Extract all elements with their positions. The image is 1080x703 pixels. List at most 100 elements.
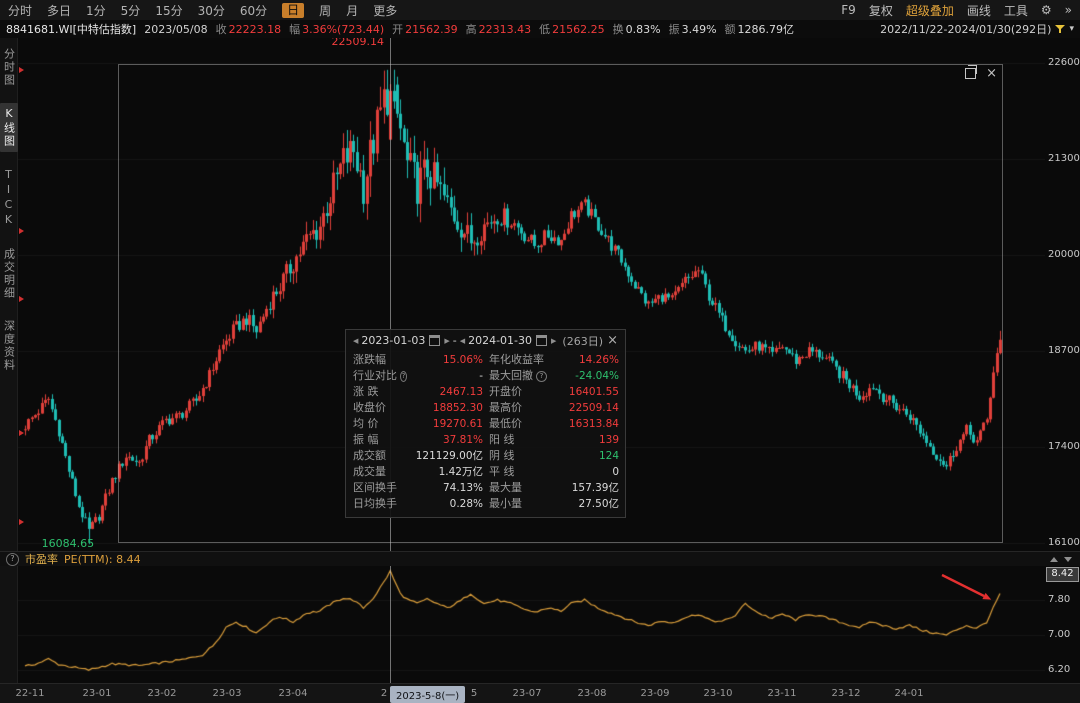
prev-start-date-icon[interactable]: ◀: [353, 337, 358, 345]
current-date-chip[interactable]: 2023-5-8(一): [390, 686, 465, 703]
sidebar-item[interactable]: 分时图: [0, 44, 18, 91]
tooltip-label: 成交额: [353, 448, 407, 464]
period-tab[interactable]: 月: [346, 2, 358, 19]
help-icon[interactable]: ?: [6, 553, 19, 566]
period-tab[interactable]: 更多: [373, 2, 397, 19]
prev-end-date-icon[interactable]: ◀: [460, 337, 465, 345]
period-tab[interactable]: 周: [319, 2, 331, 19]
next-end-date-icon[interactable]: ▶: [551, 337, 556, 345]
tooltip-row: 均 价19270.61最低价16313.84: [346, 416, 625, 432]
next-start-date-icon[interactable]: ▶: [444, 337, 449, 345]
x-axis-label: 23-03: [212, 688, 241, 699]
quote-field-label: 低: [539, 21, 550, 37]
quote-field: 收22223.18: [216, 21, 282, 37]
quote-field-value: 21562.25: [552, 23, 605, 36]
quote-field: 开21562.39: [392, 21, 458, 37]
toolbar: 分时多日 1分 5分 15分 30分 60分日周月更多 F9 复权超级叠加画线工具 ⚙ »: [0, 0, 1080, 20]
quote-field-value: 21562.39: [405, 23, 458, 36]
tooltip-value: -: [407, 368, 483, 384]
filter-icon[interactable]: [1055, 25, 1065, 33]
tooltip-label: 区间换手: [353, 480, 407, 496]
draw-line-button[interactable]: 画线: [967, 2, 991, 19]
quote-field-value: 3.36%(723.44): [302, 23, 384, 36]
quote-date: 2023/05/08: [144, 23, 207, 36]
tooltip-value: 15.06%: [407, 352, 483, 368]
sidebar-item[interactable]: 成交明细: [0, 244, 18, 304]
range-days: (263日): [562, 333, 603, 349]
f9-button[interactable]: F9: [841, 3, 856, 17]
tools-button[interactable]: 工具: [1004, 2, 1028, 19]
tooltip-row: 行业对比?-最大回撤?-24.04%: [346, 368, 625, 384]
range-caret-icon[interactable]: ▾: [1069, 24, 1074, 34]
quote-field-label: 振: [669, 21, 680, 37]
period-tab[interactable]: 分时: [8, 2, 32, 19]
settings-gear-icon[interactable]: ⚙: [1041, 3, 1052, 17]
annotation-arrow-icon: [938, 571, 1000, 607]
x-axis-label: 23-11: [767, 688, 796, 699]
pe-chart-canvas[interactable]: [18, 566, 1045, 683]
tooltip-header: ◀ 2023-01-03 ▶ - ◀ 2024-01-30 ▶ (263日) ×: [346, 330, 625, 351]
signal-marker-icon: [19, 296, 24, 302]
tooltip-label: 最大量: [483, 480, 551, 496]
info-icon[interactable]: ?: [400, 371, 407, 382]
calendar-icon[interactable]: [536, 335, 547, 346]
period-tab[interactable]: 15分: [155, 2, 182, 19]
calendar-icon[interactable]: [429, 335, 440, 346]
adjust-price-button[interactable]: 复权: [869, 2, 893, 19]
pe-pane-icons: [1050, 557, 1072, 562]
pe-indicator-name[interactable]: 市盈率: [25, 551, 58, 567]
x-axis-label: 23-04: [278, 688, 307, 699]
pe-current-value: PE(TTM): 8.44: [64, 553, 141, 566]
time-axis[interactable]: 2023-5-8(一) 22-1123-0123-0223-0323-04252…: [0, 683, 1080, 703]
super-overlay-button[interactable]: 超级叠加: [906, 2, 954, 19]
tooltip-label: 开盘价: [483, 384, 551, 400]
tooltip-value: 27.50亿: [551, 496, 619, 512]
info-icon[interactable]: ?: [536, 371, 547, 382]
tooltip-label: 成交量: [353, 464, 407, 480]
toolbar-right: F9 复权超级叠加画线工具 ⚙ »: [841, 2, 1072, 19]
more-chevron-icon[interactable]: »: [1065, 3, 1072, 17]
period-tabs: 分时多日 1分 5分 15分 30分 60分日周月更多: [8, 2, 397, 19]
tooltip-row: 成交额121129.00亿阴 线124: [346, 448, 625, 464]
date-range: 2022/11/22-2024/01/30(292日) ▾: [880, 21, 1074, 37]
tooltip-value: 37.81%: [407, 432, 483, 448]
x-axis-label: 2: [381, 688, 387, 699]
restore-window-icon[interactable]: [965, 68, 976, 79]
price-axis-label: 21300: [1048, 153, 1080, 164]
collapse-pane-icon[interactable]: [1050, 557, 1058, 562]
x-axis-label: 5: [471, 688, 477, 699]
tooltip-value: 157.39亿: [551, 480, 619, 496]
tooltip-row: 收盘价18852.30最高价22509.14: [346, 400, 625, 416]
period-tab[interactable]: 30分: [198, 2, 225, 19]
tooltip-value: 139: [551, 432, 619, 448]
start-date[interactable]: 2023-01-03: [361, 334, 425, 347]
close-window-icon[interactable]: ×: [986, 69, 997, 79]
symbol-code[interactable]: 8841681.WI[中特估指数]: [6, 21, 136, 37]
pe-axis-latest-box: 8.42: [1046, 567, 1079, 582]
price-axis-label: 16100: [1048, 537, 1080, 548]
period-tab[interactable]: 60分: [240, 2, 267, 19]
period-tab[interactable]: 1分: [86, 2, 106, 19]
info-bar: 8841681.WI[中特估指数] 2023/05/08 收22223.18幅3…: [0, 20, 1080, 38]
price-axis-label: 20000: [1048, 249, 1080, 260]
sidebar-item[interactable]: K线图: [0, 103, 18, 152]
expand-pane-icon[interactable]: [1064, 557, 1072, 562]
period-tab[interactable]: 多日: [47, 2, 71, 19]
tooltip-value: -24.04%: [551, 368, 619, 384]
sidebar-item[interactable]: TICK: [1, 164, 16, 232]
pe-axis: 7.807.006.20: [1046, 0, 1080, 703]
x-axis-label: 24-01: [894, 688, 923, 699]
tooltip-value: 1.42万亿: [407, 464, 483, 480]
end-date[interactable]: 2024-01-30: [468, 334, 532, 347]
tooltip-value: 19270.61: [407, 416, 483, 432]
tooltip-label: 涨 跌: [353, 384, 407, 400]
period-tab[interactable]: 5分: [121, 2, 141, 19]
sidebar-item[interactable]: 深度资料: [0, 316, 18, 376]
x-axis-label: 23-01: [82, 688, 111, 699]
period-tab[interactable]: 日: [282, 3, 304, 18]
price-axis-label: 17400: [1048, 441, 1080, 452]
tooltip-close-icon[interactable]: ×: [607, 333, 618, 348]
x-axis-label: 23-07: [512, 688, 541, 699]
tooltip-label: 最大回撤?: [483, 368, 551, 384]
tooltip-label: 涨跌幅: [353, 352, 407, 368]
